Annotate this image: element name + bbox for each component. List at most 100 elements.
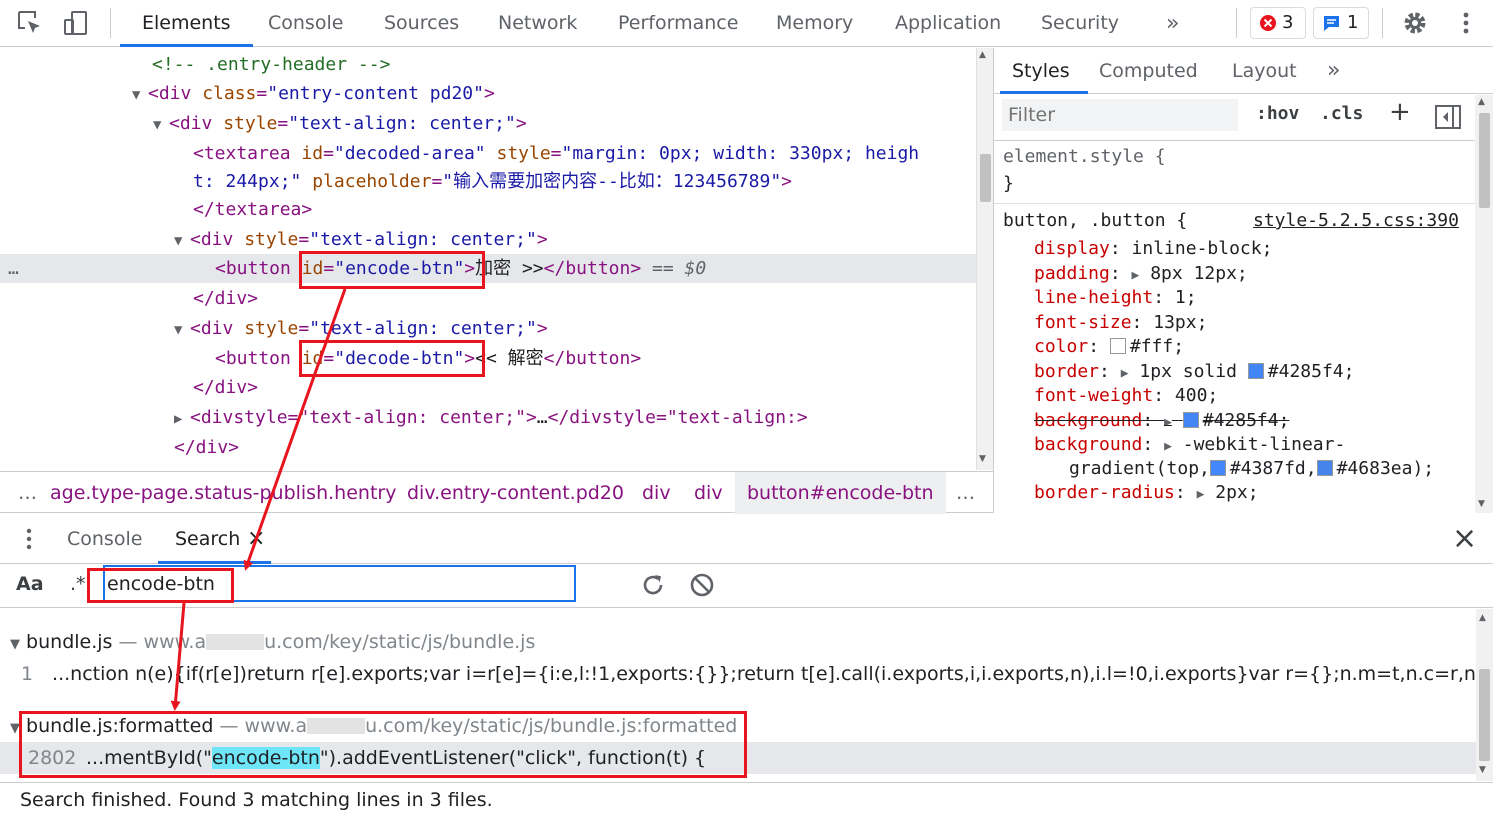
scroll-up-arrow-icon[interactable]: ▲ <box>1478 97 1485 107</box>
more-options-kebab-icon[interactable] <box>1452 9 1480 37</box>
drawer-tab-search[interactable]: Search <box>175 514 240 564</box>
tab-performance[interactable]: Performance <box>618 0 738 47</box>
expanded-triangle-icon[interactable]: ▼ <box>10 637 20 652</box>
device-toolbar-icon[interactable] <box>62 9 90 37</box>
dom-node-div-encode[interactable]: ▼ <div style="text-align: center;"> <box>174 225 548 254</box>
dom-node-div-close[interactable]: </div> <box>193 373 258 402</box>
dom-node-div-center[interactable]: ▼ <div style="text-align: center;"> <box>153 109 527 138</box>
color-swatch[interactable] <box>1247 363 1264 379</box>
scroll-up-arrow-icon[interactable]: ▲ <box>1479 613 1486 623</box>
css-declaration[interactable]: line-height: 1; <box>1034 286 1197 310</box>
collapsed-triangle-icon[interactable]: ▶ <box>174 405 190 434</box>
expanded-triangle-icon[interactable]: ▼ <box>132 81 148 110</box>
styles-scrollbar[interactable]: ▲ ▼ <box>1475 95 1493 513</box>
node-actions-dots[interactable]: … <box>8 254 19 283</box>
more-panes-chevron-icon[interactable]: » <box>1327 48 1340 94</box>
new-style-rule-plus-icon[interactable]: + <box>1389 97 1411 127</box>
dom-node-outer-close[interactable]: </div> <box>174 433 239 462</box>
scroll-down-arrow-icon[interactable]: ▼ <box>979 454 986 464</box>
expand-triangle-icon[interactable]: ▶ <box>1164 439 1172 454</box>
clear-search-icon[interactable] <box>689 572 715 602</box>
close-drawer-icon[interactable]: × <box>1452 514 1477 564</box>
css-declaration[interactable]: border: ▶ 1px solid #4285f4; <box>1034 360 1354 386</box>
result-match-line[interactable]: 1 ...nction n(e){if(r[e])return r[e].exp… <box>0 658 1476 690</box>
css-declaration[interactable]: color: #fff; <box>1034 335 1184 359</box>
drawer-tab-console[interactable]: Console <box>67 514 142 564</box>
tab-security[interactable]: Security <box>1041 0 1119 47</box>
rule-close-brace: } <box>1003 173 1014 194</box>
rule-source-link[interactable]: style-5.2.5.css:390 <box>1253 209 1459 233</box>
css-declaration[interactable]: font-size: 13px; <box>1034 311 1207 335</box>
hover-state-toggle[interactable]: :hov <box>1256 103 1299 124</box>
dom-node-div-close[interactable]: </div> <box>193 284 258 313</box>
dom-comment-line[interactable]: <!-- .entry-header --> <box>152 50 390 79</box>
inspect-element-icon[interactable] <box>16 9 44 37</box>
errors-badge[interactable]: 3 <box>1250 7 1306 39</box>
expanded-triangle-icon[interactable]: ▼ <box>174 227 190 256</box>
messages-badge[interactable]: 1 <box>1313 7 1369 39</box>
dom-node-div-decode[interactable]: ▼ <div style="text-align: center;"> <box>174 314 548 343</box>
scrollbar-thumb[interactable] <box>1479 669 1490 761</box>
tab-application[interactable]: Application <box>895 0 1001 47</box>
breadcrumb-item-selected[interactable]: button#encode-btn <box>735 472 946 514</box>
dom-node-collapsed-div[interactable]: ▶ <divstyle="text-align: center;">…</divs… <box>174 403 808 432</box>
styles-filter-input[interactable] <box>1002 99 1238 131</box>
settings-gear-icon[interactable] <box>1401 9 1429 37</box>
css-declaration-continued[interactable]: gradient(top, #4387fd, #4683ea); <box>1069 457 1434 481</box>
css-prop-value: #fff; <box>1129 336 1185 357</box>
breadcrumb-scroll-left[interactable]: … <box>18 472 37 514</box>
breadcrumb-item[interactable]: div <box>694 472 723 514</box>
scrollbar-thumb[interactable] <box>980 154 991 202</box>
expanded-triangle-icon[interactable]: ▼ <box>153 111 169 140</box>
color-swatch[interactable] <box>1209 460 1226 476</box>
element-style-rule[interactable]: element.style { } <box>994 142 1475 204</box>
tab-sources[interactable]: Sources <box>384 0 459 47</box>
toggle-sidebar-icon[interactable] <box>1435 105 1461 133</box>
dom-node-entry-content[interactable]: ▼ <div class="entry-content pd20"> <box>132 79 495 108</box>
expand-triangle-icon[interactable]: ▶ <box>1121 366 1129 381</box>
tab-network[interactable]: Network <box>498 0 577 47</box>
css-declaration[interactable]: background: ▶ -webkit-linear- <box>1034 433 1345 459</box>
css-declaration-overridden[interactable]: background: ▶ #4285f4; <box>1034 409 1289 435</box>
tab-styles[interactable]: Styles <box>1000 48 1088 94</box>
dom-tree-scrollbar[interactable]: ▲ ▼ <box>976 48 993 470</box>
color-swatch[interactable] <box>1316 460 1333 476</box>
dom-node-textarea-close[interactable]: </textarea> <box>193 195 312 224</box>
tab-layout[interactable]: Layout <box>1232 48 1297 94</box>
regex-toggle[interactable]: .* <box>70 573 86 595</box>
expand-triangle-icon[interactable]: ▶ <box>1132 268 1140 283</box>
tab-computed[interactable]: Computed <box>1099 48 1198 94</box>
scroll-down-arrow-icon[interactable]: ▼ <box>1479 765 1486 775</box>
css-declaration[interactable]: border-radius: ▶ 2px; <box>1034 481 1259 507</box>
results-scrollbar[interactable]: ▲ ▼ <box>1476 609 1493 781</box>
tab-memory[interactable]: Memory <box>776 0 853 47</box>
dom-node-textarea[interactable]: <textarea id="decoded-area" style="margi… <box>193 139 919 168</box>
close-search-tab-icon[interactable]: × <box>247 514 265 564</box>
scroll-up-arrow-icon[interactable]: ▲ <box>979 50 986 60</box>
expand-triangle-icon[interactable]: ▶ <box>1197 487 1205 502</box>
result-file-header[interactable]: ▼ bundle.js — www.a u.com/key/static/js/b… <box>10 626 535 658</box>
scroll-down-arrow-icon[interactable]: ▼ <box>1478 499 1485 509</box>
tab-console[interactable]: Console <box>268 0 343 47</box>
button-style-rule[interactable]: button, .button { style-5.2.5.css:390 di… <box>994 205 1475 513</box>
dom-node-textarea-wrap[interactable]: t: 244px;" placeholder="输入需要加密内容--比如：123… <box>193 167 792 196</box>
breadcrumb-item[interactable]: age.type-page.status-publish.hentry <box>50 472 396 514</box>
breadcrumb-item[interactable]: div <box>642 472 671 514</box>
color-swatch[interactable] <box>1182 412 1199 428</box>
expanded-triangle-icon[interactable]: ▼ <box>174 316 190 345</box>
breadcrumb-item[interactable]: div.entry-content.pd20 <box>407 472 624 514</box>
color-swatch[interactable] <box>1109 338 1126 354</box>
expand-triangle-icon[interactable]: ▶ <box>1164 415 1172 430</box>
drawer-menu-kebab-icon[interactable] <box>22 526 36 556</box>
scrollbar-thumb[interactable] <box>1479 113 1490 208</box>
breadcrumb-scroll-right[interactable]: … <box>956 472 975 514</box>
css-declaration[interactable]: padding: ▶ 8px 12px; <box>1034 262 1248 288</box>
class-toggle[interactable]: .cls <box>1320 103 1363 124</box>
css-declaration[interactable]: display: inline-block; <box>1034 237 1272 261</box>
more-tabs-chevron-icon[interactable]: » <box>1166 0 1179 47</box>
css-declaration[interactable]: font-weight: 400; <box>1034 384 1218 408</box>
tag-name: <divstyle="text-align: center;"> <box>190 407 537 428</box>
tab-elements[interactable]: Elements <box>120 0 253 47</box>
refresh-icon[interactable] <box>640 572 666 602</box>
match-case-toggle[interactable]: Aa <box>16 573 44 595</box>
